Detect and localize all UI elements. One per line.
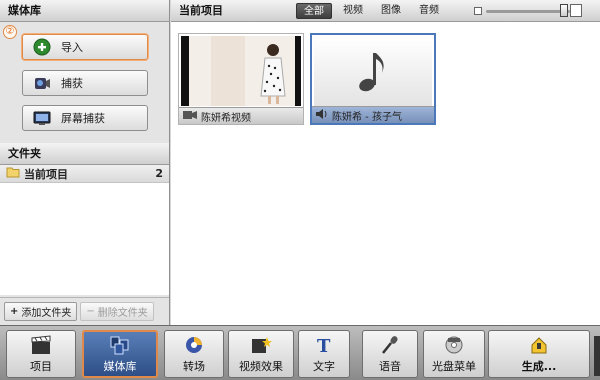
tool-produce-label: 生成... <box>521 359 557 373</box>
main-header: 当前项目 全部 视频 图像 音频 <box>171 0 600 22</box>
clapper-icon <box>31 334 51 354</box>
import-button[interactable]: 导入 <box>22 34 148 60</box>
zoom-slider[interactable] <box>474 4 582 17</box>
current-project-title: 当前项目 <box>179 4 223 17</box>
toolbar-edge <box>594 336 600 376</box>
tool-transition[interactable]: 转场 <box>164 330 224 378</box>
folder-count: 2 <box>155 167 163 180</box>
tab-all[interactable]: 全部 <box>296 3 332 19</box>
zoom-thumb[interactable] <box>560 4 568 17</box>
minus-icon: − <box>86 306 95 317</box>
tab-audio[interactable]: 音频 <box>412 3 446 19</box>
zoom-track <box>486 10 570 13</box>
video-effects-icon <box>252 336 272 353</box>
folder-item-current-project[interactable]: 当前项目 2 <box>0 165 169 183</box>
audio-thumbnail <box>314 37 432 107</box>
tool-video-effects[interactable]: 视频效果 <box>228 330 294 378</box>
media-library-panel: 媒体库 ② 导入 捕获 屏幕捕获 文件夹 当前项目 2 + 添加文件夹 − 删除… <box>0 0 170 325</box>
tool-produce[interactable]: 生成... <box>488 330 590 378</box>
video-caption: 陈妍希视频 <box>179 107 303 124</box>
produce-icon <box>531 336 547 353</box>
folders-title: 文件夹 <box>0 143 169 165</box>
disc-menu-icon <box>445 336 463 353</box>
screen-record-icon <box>33 109 51 127</box>
tool-transition-label: 转场 <box>183 359 205 373</box>
step-marker-2: ② <box>3 25 17 39</box>
screen-capture-button[interactable]: 屏幕捕获 <box>22 105 148 131</box>
folder-label: 当前项目 <box>24 167 68 181</box>
media-item-audio[interactable]: 陈妍希 - 孩子气 <box>310 33 436 125</box>
audio-label: 陈妍希 - 孩子气 <box>332 111 402 123</box>
capture-button[interactable]: 捕获 <box>22 70 148 96</box>
folder-list: 当前项目 2 <box>0 165 169 295</box>
tool-disc-menu-label: 光盘菜单 <box>432 359 476 373</box>
tool-voice-label: 语音 <box>379 359 401 373</box>
video-thumbnail <box>181 36 301 106</box>
media-library-icon <box>110 336 129 354</box>
tool-text[interactable]: T 文字 <box>298 330 350 378</box>
audio-caption: 陈妍希 - 孩子气 <box>312 106 434 123</box>
tool-media-library-label: 媒体库 <box>103 359 137 373</box>
add-folder-button[interactable]: + 添加文件夹 <box>4 302 78 321</box>
video-label: 陈妍希视频 <box>201 112 251 124</box>
bottom-toolbar: ① 项目 媒体库 转场 视频效果 T 文字 语音 光盘菜单 生成... <box>0 325 600 380</box>
tool-disc-menu[interactable]: 光盘菜单 <box>423 330 485 378</box>
tool-voice[interactable]: 语音 <box>362 330 418 378</box>
tool-text-label: 文字 <box>313 359 335 373</box>
capture-label: 捕获 <box>61 77 83 90</box>
plus-icon: + <box>10 306 19 317</box>
zoom-in-icon <box>570 4 582 17</box>
tool-project[interactable]: 项目 <box>6 330 76 378</box>
media-library-title: 媒体库 <box>0 0 169 22</box>
tool-video-effects-label: 视频效果 <box>239 359 283 373</box>
zoom-out-icon <box>474 7 482 15</box>
tab-image[interactable]: 图像 <box>374 3 408 19</box>
tool-media-library[interactable]: 媒体库 <box>82 330 158 378</box>
video-camera-icon <box>183 110 197 123</box>
svg-text:T: T <box>317 336 331 355</box>
add-folder-label: 添加文件夹 <box>21 308 72 319</box>
transition-icon <box>186 336 202 353</box>
tab-video[interactable]: 视频 <box>336 3 370 19</box>
microphone-icon <box>382 335 398 354</box>
import-label: 导入 <box>61 41 83 54</box>
remove-folder-button[interactable]: − 删除文件夹 <box>80 302 154 321</box>
folder-buttons: + 添加文件夹 − 删除文件夹 <box>0 297 169 325</box>
tool-project-label: 项目 <box>30 359 52 373</box>
speaker-icon <box>316 108 328 122</box>
screen-capture-label: 屏幕捕获 <box>61 112 105 125</box>
music-note-icon <box>358 49 388 96</box>
media-item-video[interactable]: 陈妍希视频 <box>178 33 304 125</box>
plus-icon <box>33 38 51 56</box>
text-icon: T <box>317 336 331 355</box>
filter-tabs: 全部 视频 图像 音频 <box>296 3 446 19</box>
project-media-area: 当前项目 全部 视频 图像 音频 陈妍希视频 陈妍希 - 孩子气 <box>171 0 600 325</box>
camcorder-icon <box>33 74 51 92</box>
folder-icon <box>6 166 20 181</box>
remove-folder-label: 删除文件夹 <box>97 308 148 319</box>
